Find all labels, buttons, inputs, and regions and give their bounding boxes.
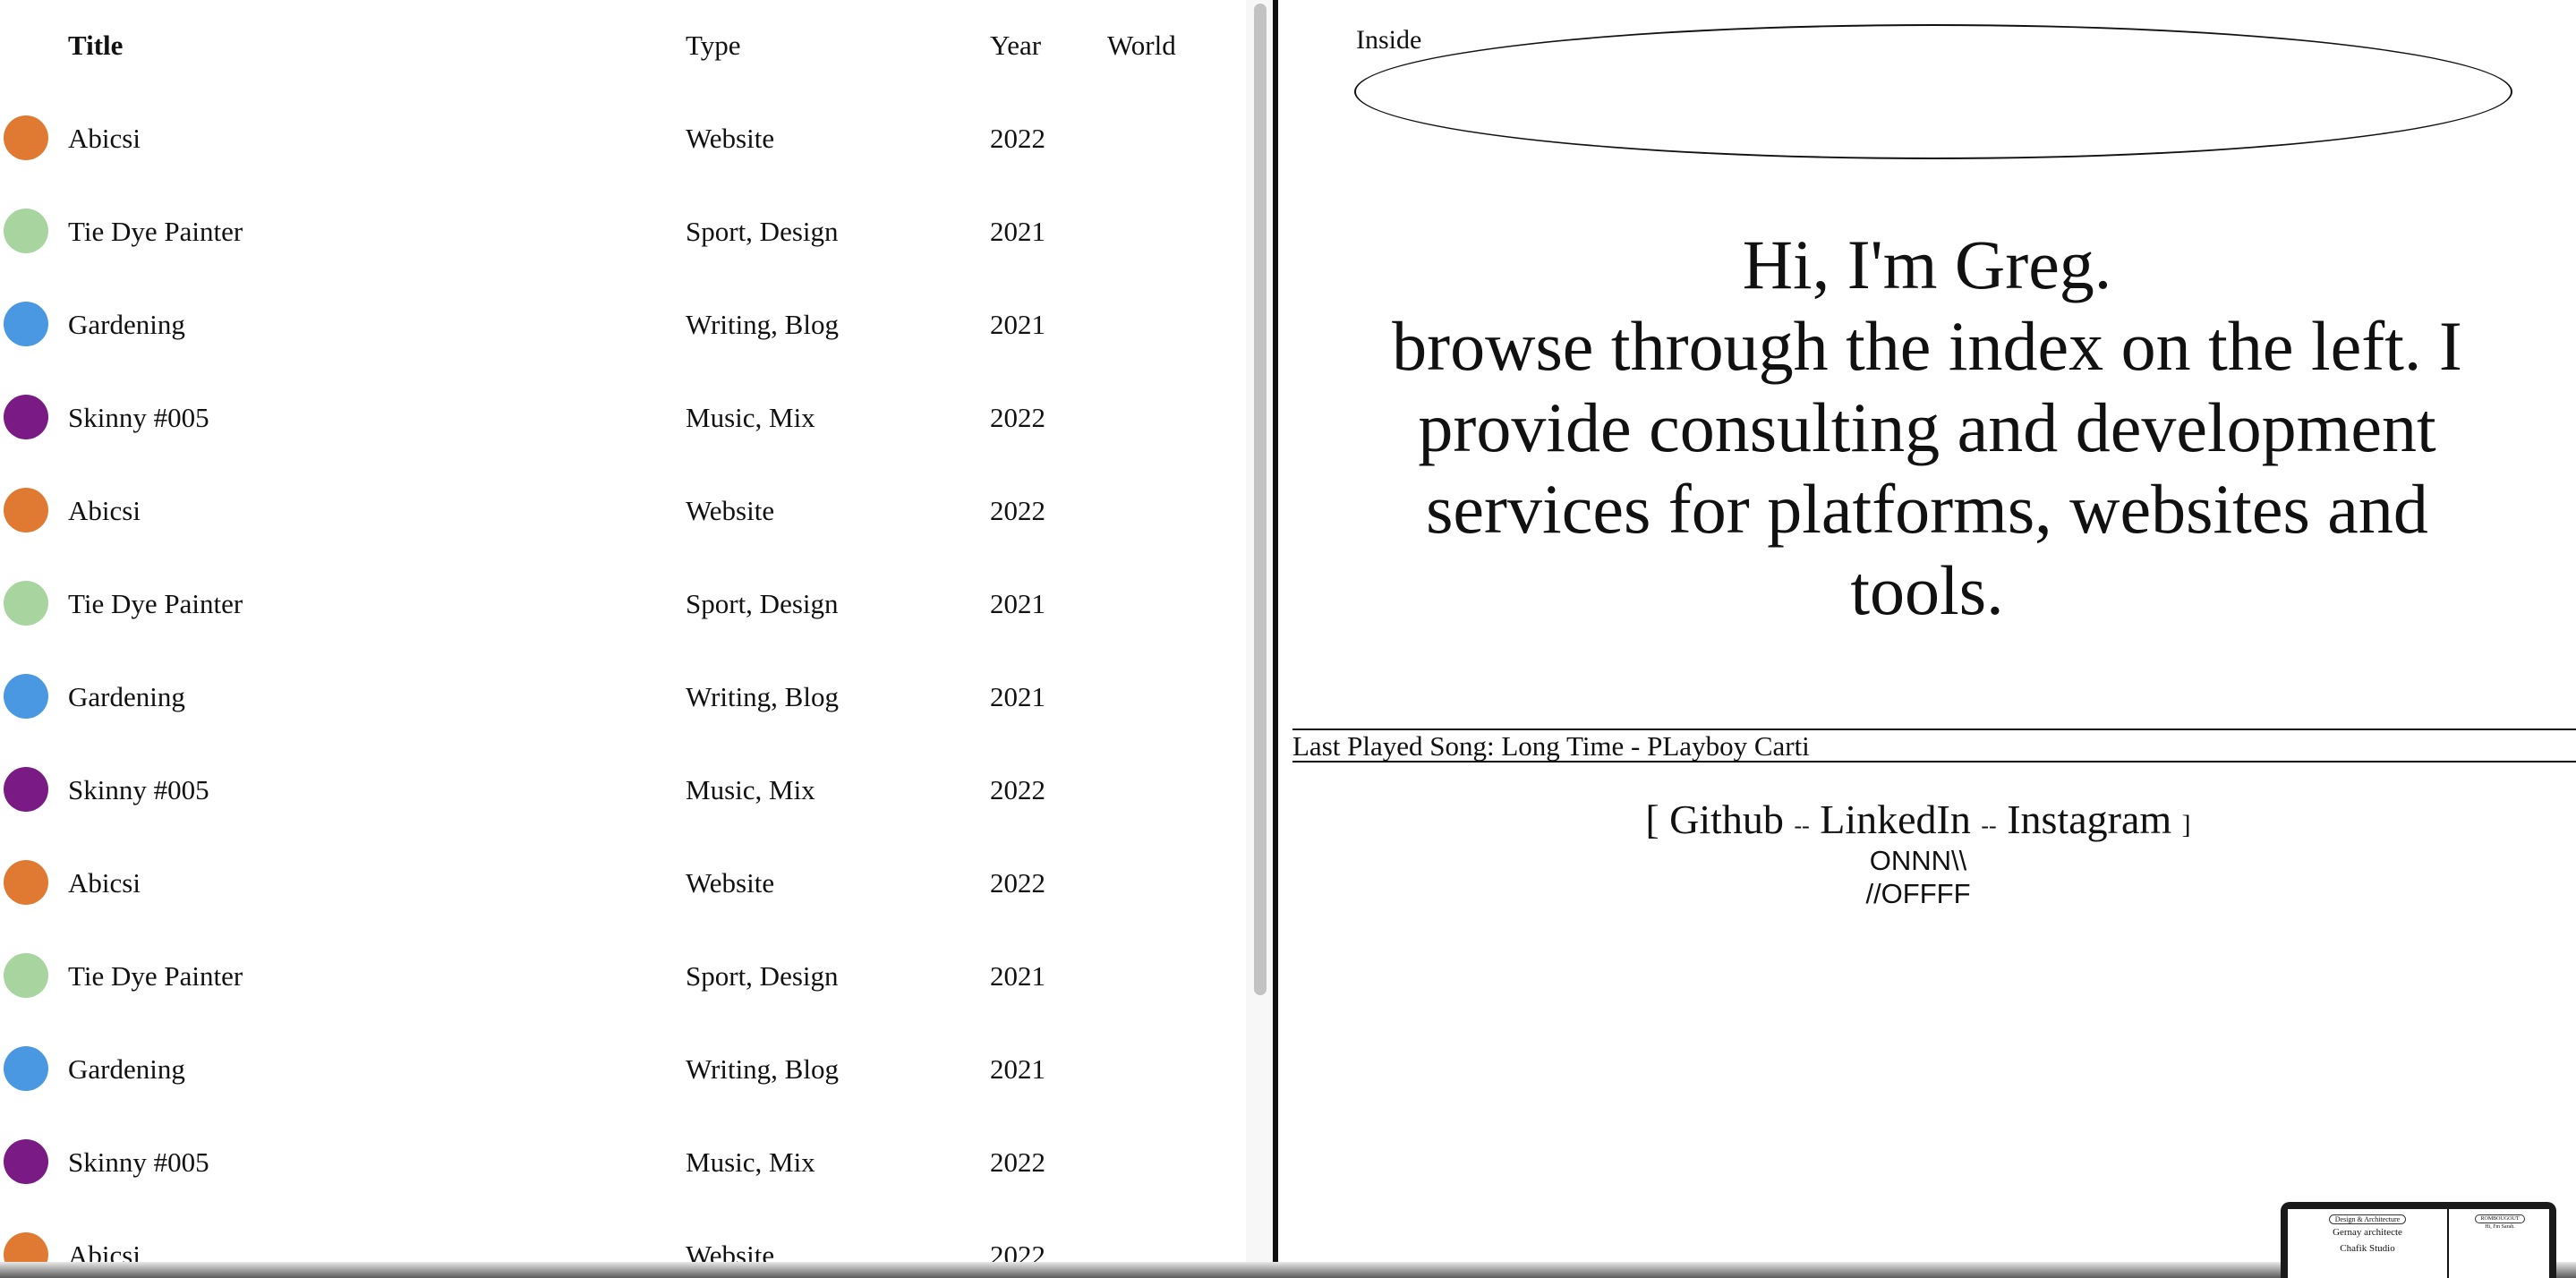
row-title: Tie Dye Painter (68, 960, 243, 992)
row-type: Sport, Design (686, 588, 839, 619)
row-color-dot (4, 1232, 48, 1262)
row-title: Skinny #005 (68, 1146, 209, 1178)
index-row[interactable]: Gardening Writing, Blog 2021 (0, 652, 1246, 745)
row-type: Music, Mix (686, 402, 815, 433)
row-type: Music, Mix (686, 774, 815, 805)
index-row[interactable]: Tie Dye Painter Sport, Design 2021 (0, 558, 1246, 652)
row-color-dot (4, 1139, 48, 1184)
row-color-dot (4, 302, 48, 346)
row-type: Website (686, 495, 775, 526)
row-color-dot (4, 1046, 48, 1091)
column-header-title[interactable]: Title (68, 28, 123, 64)
inside-ellipse[interactable] (1354, 24, 2512, 159)
intro-text: Hi, I'm Greg. browse through the index o… (1377, 224, 2478, 631)
index-row[interactable]: Tie Dye Painter Sport, Design 2021 (0, 186, 1246, 279)
row-color-dot (4, 209, 48, 253)
index-row[interactable]: Gardening Writing, Blog 2021 (0, 279, 1246, 372)
row-year: 2022 (990, 402, 1045, 433)
row-year: 2022 (990, 774, 1045, 805)
row-year: 2021 (990, 681, 1045, 712)
links-open-bracket: [ (1645, 797, 1659, 842)
window-bottom-edge (0, 1262, 2576, 1278)
index-row[interactable]: Abicsi Website 2022 (0, 838, 1246, 931)
index-row[interactable]: Gardening Writing, Blog 2021 (0, 1024, 1246, 1117)
row-year: 2021 (990, 309, 1045, 340)
thumbnail-title: Hi, I'm Sarah. (2485, 1224, 2515, 1230)
row-title: Gardening (68, 309, 185, 340)
row-color-dot (4, 674, 48, 719)
row-title: Abicsi (68, 495, 141, 526)
intro-greeting: Hi, I'm Greg. (1742, 226, 2112, 303)
toggle-on-text[interactable]: ONNN\\ (1278, 844, 2558, 877)
thumbnail-right-pill: ROMBOUGOUT (2475, 1214, 2525, 1223)
index-row[interactable]: Abicsi Website 2022 (0, 93, 1246, 186)
row-year: 2022 (990, 123, 1045, 154)
row-color-dot (4, 488, 48, 532)
row-type: Website (686, 867, 775, 899)
row-year: 2021 (990, 588, 1045, 619)
row-title: Tie Dye Painter (68, 588, 243, 619)
last-played-song: Last Played Song: Long Time - PLayboy Ca… (1292, 730, 1810, 762)
row-year: 2021 (990, 216, 1045, 247)
row-title: Tie Dye Painter (68, 216, 243, 247)
social-links: [ Github -- LinkedIn -- Instagram ] (1278, 795, 2558, 851)
column-header-type[interactable]: Type (686, 28, 741, 64)
row-year: 2021 (990, 1053, 1045, 1085)
index-row[interactable]: Abicsi Website 2022 (0, 465, 1246, 558)
row-color-dot (4, 115, 48, 160)
thumbnail-item: Chafik Studio (2340, 1243, 2395, 1254)
links-close-bracket: ] (2181, 810, 2191, 839)
links-separator: -- (1794, 813, 1810, 839)
thumbnail-pill: Design & Architecture (2328, 1214, 2407, 1224)
index-row[interactable]: Skinny #005 Music, Mix 2022 (0, 745, 1246, 838)
thumbnail-content: Design & Architecture Gernay architecte … (2288, 1209, 2549, 1278)
row-color-dot (4, 581, 48, 626)
row-year: 2022 (990, 495, 1045, 526)
row-title: Gardening (68, 681, 185, 712)
row-color-dot (4, 395, 48, 439)
toggle-off-text[interactable]: //OFFFF (1278, 877, 2558, 910)
row-type: Writing, Blog (686, 1053, 839, 1085)
row-year: 2021 (990, 960, 1045, 992)
row-title: Abicsi (68, 1240, 141, 1262)
thumbnail-right-pane: ROMBOUGOUT Hi, I'm Sarah. (2451, 1209, 2549, 1278)
on-off-toggle[interactable]: ONNN\\ //OFFFF (1278, 844, 2558, 910)
row-title: Skinny #005 (68, 402, 209, 433)
instagram-link[interactable]: Instagram (2007, 797, 2171, 842)
column-header-year[interactable]: Year (990, 28, 1041, 64)
index-scrollbar-thumb[interactable] (1254, 4, 1267, 995)
index-row[interactable]: Skinny #005 Music, Mix 2022 (0, 372, 1246, 465)
intro-pane: Inside Hi, I'm Greg. browse through the … (1278, 0, 2576, 1262)
row-title: Gardening (68, 1053, 185, 1085)
row-type: Website (686, 1240, 775, 1262)
page-preview-thumbnail[interactable]: Design & Architecture Gernay architecte … (2281, 1202, 2556, 1278)
column-header-world[interactable]: World (1107, 28, 1176, 64)
index-row[interactable]: Abicsi Website 2022 (0, 1210, 1246, 1262)
index-row[interactable]: Tie Dye Painter Sport, Design 2021 (0, 931, 1246, 1024)
row-type: Writing, Blog (686, 681, 839, 712)
row-type: Writing, Blog (686, 309, 839, 340)
row-color-dot (4, 860, 48, 905)
github-link[interactable]: Github (1669, 797, 1784, 842)
linkedin-link[interactable]: LinkedIn (1820, 797, 1971, 842)
row-type: Music, Mix (686, 1146, 815, 1178)
row-year: 2022 (990, 1240, 1045, 1262)
thumbnail-item: Gernay architecte (2333, 1227, 2402, 1238)
row-year: 2022 (990, 867, 1045, 899)
intro-description: browse through the index on the left. I … (1392, 307, 2462, 629)
links-separator: -- (1981, 813, 1997, 839)
row-type: Sport, Design (686, 216, 839, 247)
index-row[interactable]: Skinny #005 Music, Mix 2022 (0, 1117, 1246, 1210)
row-title: Skinny #005 (68, 774, 209, 805)
row-type: Sport, Design (686, 960, 839, 992)
row-year: 2022 (990, 1146, 1045, 1178)
project-index[interactable]: Title Type Year World Abicsi Website 2022 T… (0, 0, 1246, 1262)
row-title: Abicsi (68, 867, 141, 899)
thumbnail-left-pane: Design & Architecture Gernay architecte … (2288, 1209, 2449, 1278)
row-color-dot (4, 953, 48, 998)
row-type: Website (686, 123, 775, 154)
inside-label[interactable]: Inside (1356, 25, 1421, 55)
row-title: Abicsi (68, 123, 141, 154)
row-color-dot (4, 767, 48, 812)
